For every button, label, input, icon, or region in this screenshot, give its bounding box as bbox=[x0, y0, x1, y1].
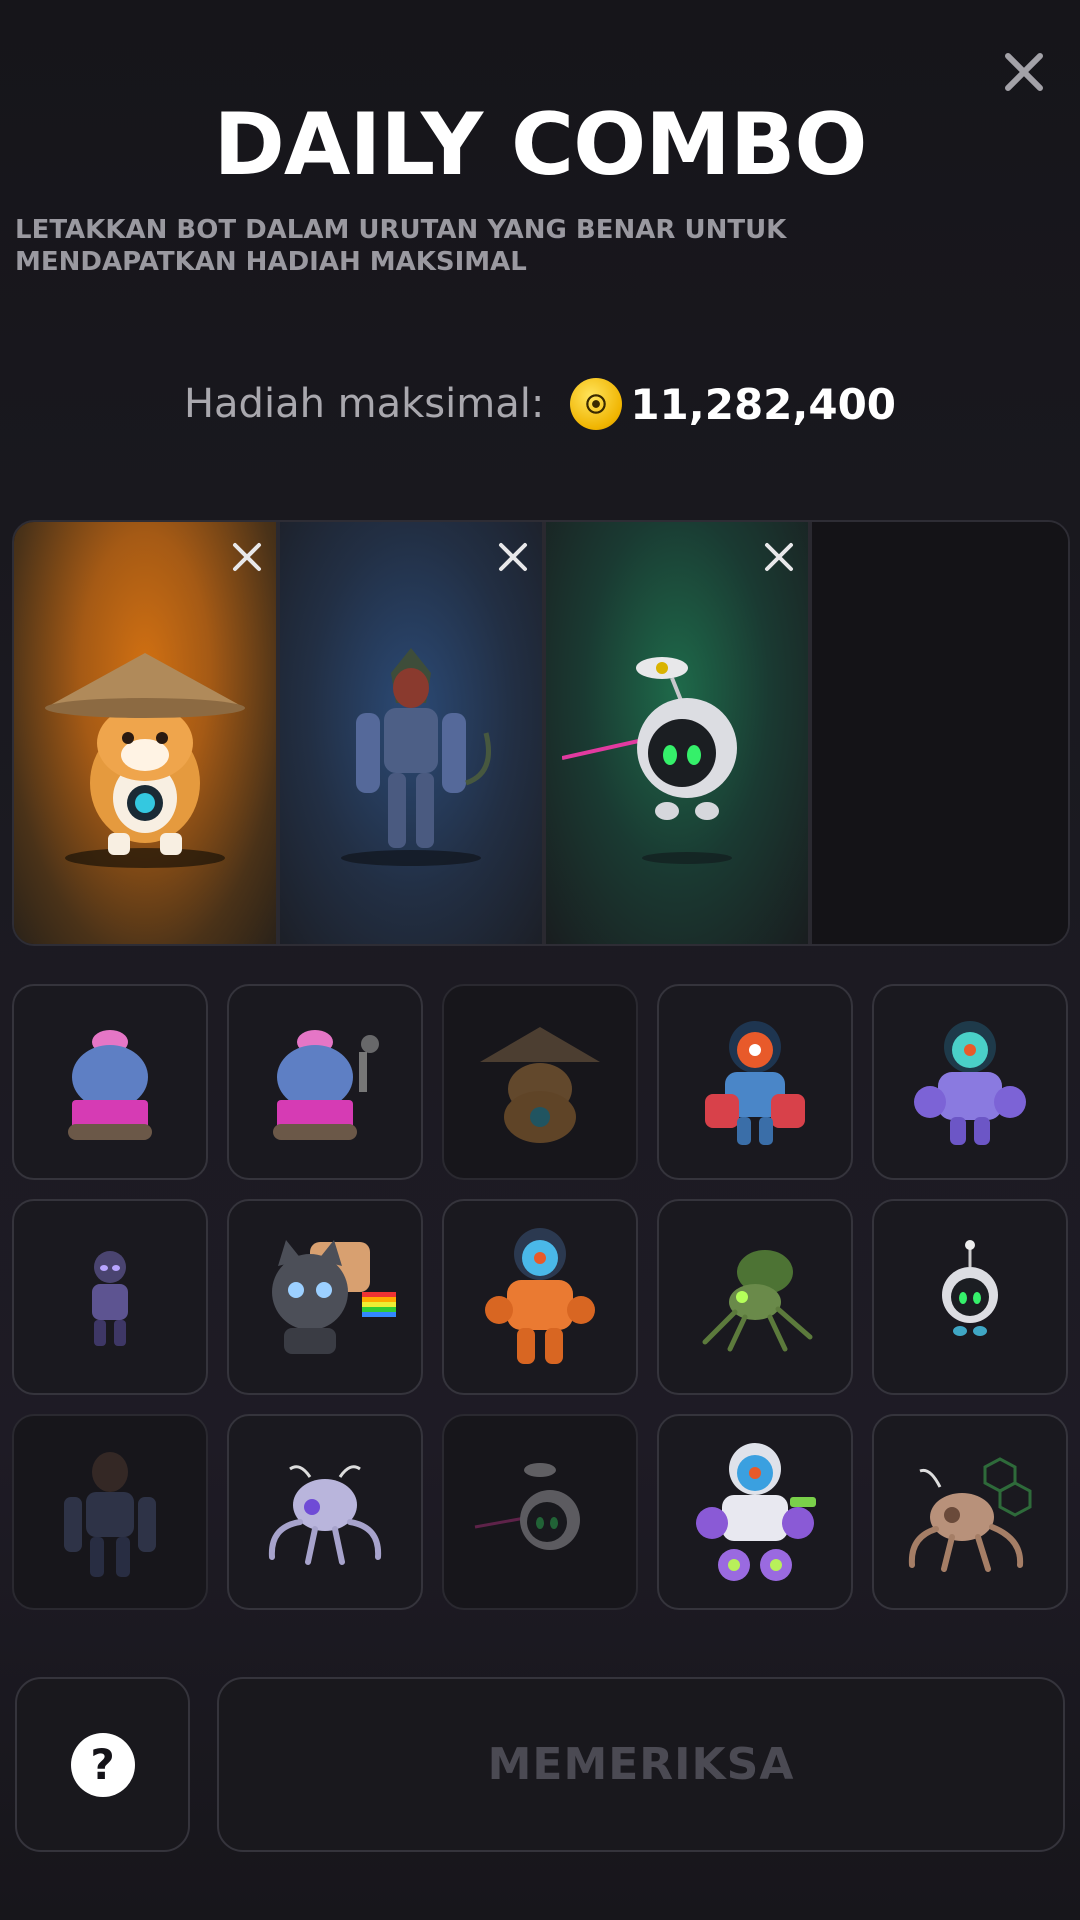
coin-icon bbox=[570, 378, 623, 430]
help-button[interactable]: ? bbox=[15, 1677, 190, 1852]
close-icon bbox=[1005, 53, 1043, 91]
bot-card-panther-mech[interactable] bbox=[12, 1199, 208, 1395]
instruction-text: LETAKKAN BOT DALAM URUTAN YANG BENAR UNT… bbox=[15, 214, 915, 278]
close-icon bbox=[499, 543, 527, 571]
max-reward: Hadiah maksimal: 11,282,400 bbox=[0, 378, 1080, 430]
werewolf-mech-bot-art bbox=[280, 582, 542, 924]
page-title: DAILY COMBO bbox=[213, 95, 867, 195]
instruction-line-2: MENDAPATKAN HADIAH MAKSIMAL bbox=[15, 247, 527, 277]
bot-card-space-ranger-mech[interactable] bbox=[657, 1414, 853, 1610]
bot-grid bbox=[12, 984, 1068, 1610]
cactus-tank-bot-art bbox=[68, 1030, 152, 1140]
bot-card-astronaut-red-mech[interactable] bbox=[657, 984, 853, 1180]
instruction-line-1: LETAKKAN BOT DALAM URUTAN YANG BENAR UNT… bbox=[15, 215, 787, 245]
bot-card-hex-spider[interactable] bbox=[872, 1414, 1068, 1610]
bot-card-shiba-straw-hat[interactable] bbox=[442, 984, 638, 1180]
check-button[interactable]: MEMERIKSA bbox=[217, 1677, 1065, 1852]
nyan-cat-bot-art bbox=[272, 1240, 396, 1354]
bot-card-spider-drone[interactable] bbox=[227, 1414, 423, 1610]
remove-slot-1-button[interactable] bbox=[230, 540, 264, 574]
combo-slot-1[interactable] bbox=[14, 522, 280, 944]
astronaut-purple-mech-bot-art bbox=[914, 1021, 1026, 1145]
combo-slot-2[interactable] bbox=[280, 522, 546, 944]
reward-label: Hadiah maksimal: bbox=[183, 381, 545, 427]
nuke-orb-bot-art bbox=[546, 582, 808, 924]
shiba-straw-hat-bot-art bbox=[480, 1027, 600, 1143]
bot-card-nuke-orb[interactable] bbox=[442, 1414, 638, 1610]
cactus-tank-smoke-bot-art bbox=[273, 1030, 379, 1140]
bot-card-astronaut-orange-mech[interactable] bbox=[442, 1199, 638, 1395]
astronaut-orange-mech-bot-art bbox=[485, 1228, 595, 1364]
shiba-straw-hat-bot-art bbox=[14, 582, 276, 924]
orb-antenna-bot-art bbox=[942, 1240, 998, 1336]
close-icon bbox=[765, 543, 793, 571]
reward-value: 11,282,400 bbox=[630, 379, 897, 429]
combo-slots bbox=[12, 520, 1070, 946]
werewolf-mech-bot-art bbox=[64, 1452, 156, 1577]
remove-slot-2-button[interactable] bbox=[496, 540, 530, 574]
space-ranger-mech-bot-art bbox=[696, 1443, 816, 1581]
bot-card-mantis-spider[interactable] bbox=[657, 1199, 853, 1395]
bot-card-orb-antenna[interactable] bbox=[872, 1199, 1068, 1395]
close-icon bbox=[233, 543, 261, 571]
close-button[interactable] bbox=[1002, 50, 1046, 94]
bot-card-werewolf-mech[interactable] bbox=[12, 1414, 208, 1610]
bot-card-astronaut-purple-mech[interactable] bbox=[872, 984, 1068, 1180]
astronaut-red-mech-bot-art bbox=[705, 1021, 805, 1145]
nuke-orb-bot-art bbox=[474, 1463, 580, 1550]
hex-spider-bot-art bbox=[908, 1457, 1032, 1572]
bot-card-nyan-cat[interactable] bbox=[227, 1199, 423, 1395]
spider-drone-bot-art bbox=[268, 1465, 382, 1565]
combo-slot-4-empty[interactable] bbox=[812, 522, 1068, 944]
mantis-spider-bot-art bbox=[702, 1250, 813, 1352]
bot-card-cactus-tank-smoke[interactable] bbox=[227, 984, 423, 1180]
question-icon: ? bbox=[70, 1732, 135, 1797]
panther-mech-bot-art bbox=[92, 1251, 128, 1346]
bot-card-cactus-tank[interactable] bbox=[12, 984, 208, 1180]
combo-slot-3[interactable] bbox=[546, 522, 812, 944]
remove-slot-3-button[interactable] bbox=[762, 540, 796, 574]
